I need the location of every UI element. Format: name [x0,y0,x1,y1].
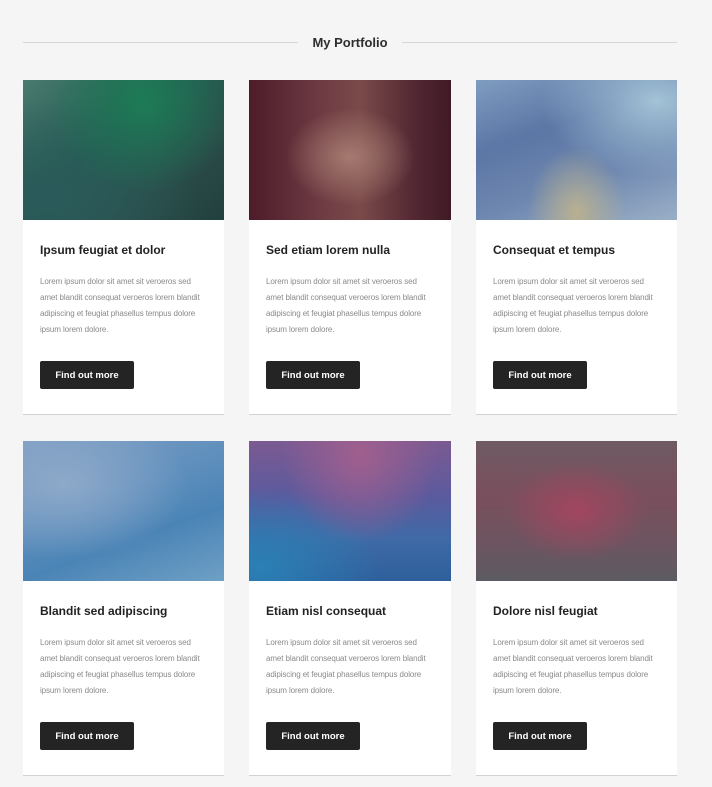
section-title: My Portfolio [312,34,388,50]
card-title: Consequat et tempus [493,243,616,257]
portfolio-card: Ipsum feugiat et dolor Lorem ipsum dolor… [23,80,224,415]
card-description: Lorem ipsum dolor sit amet sit veroeros … [493,277,653,334]
card-body: Dolore nisl feugiat Lorem ipsum dolor si… [476,581,677,699]
card-description: Lorem ipsum dolor sit amet sit veroeros … [266,277,426,334]
portfolio-page: My Portfolio Ipsum feugiat et dolor Lore… [0,0,712,787]
card-description: Lorem ipsum dolor sit amet sit veroeros … [40,638,200,695]
header-divider-right [401,41,678,43]
card-description: Lorem ipsum dolor sit amet sit veroeros … [40,277,200,334]
card-body: Etiam nisl consequat Lorem ipsum dolor s… [249,581,451,699]
card-image[interactable] [476,441,677,581]
portfolio-card: Sed etiam lorem nulla Lorem ipsum dolor … [249,80,451,415]
card-title: Dolore nisl feugiat [493,604,598,618]
find-out-more-button[interactable]: Find out more [266,722,360,750]
card-description: Lorem ipsum dolor sit amet sit veroeros … [266,638,426,695]
section-header: My Portfolio [23,30,678,54]
card-title: Blandit sed adipiscing [40,604,168,618]
portfolio-card: Blandit sed adipiscing Lorem ipsum dolor… [23,441,224,776]
card-image[interactable] [23,441,224,581]
find-out-more-button[interactable]: Find out more [493,361,587,389]
card-description: Lorem ipsum dolor sit amet sit veroeros … [493,638,653,695]
find-out-more-button[interactable]: Find out more [40,361,134,389]
card-image[interactable] [249,80,451,220]
card-title: Etiam nisl consequat [266,604,387,618]
portfolio-card: Etiam nisl consequat Lorem ipsum dolor s… [249,441,451,776]
card-title: Sed etiam lorem nulla [266,243,391,257]
portfolio-card: Dolore nisl feugiat Lorem ipsum dolor si… [476,441,677,776]
portfolio-grid: Ipsum feugiat et dolor Lorem ipsum dolor… [23,80,677,776]
header-divider-left [23,41,299,43]
card-image[interactable] [476,80,677,220]
find-out-more-button[interactable]: Find out more [493,722,587,750]
card-body: Sed etiam lorem nulla Lorem ipsum dolor … [249,220,451,338]
find-out-more-button[interactable]: Find out more [40,722,134,750]
card-image[interactable] [249,441,451,581]
card-body: Blandit sed adipiscing Lorem ipsum dolor… [23,581,224,699]
find-out-more-button[interactable]: Find out more [266,361,360,389]
card-image[interactable] [23,80,224,220]
portfolio-card: Consequat et tempus Lorem ipsum dolor si… [476,80,677,415]
card-body: Ipsum feugiat et dolor Lorem ipsum dolor… [23,220,224,338]
card-title: Ipsum feugiat et dolor [40,243,166,257]
card-body: Consequat et tempus Lorem ipsum dolor si… [476,220,677,338]
